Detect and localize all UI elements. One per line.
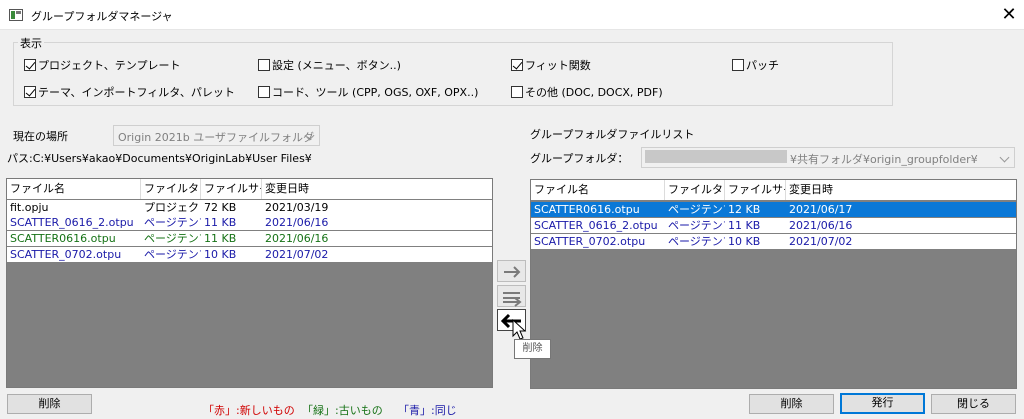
checkbox-theme-import-palette[interactable]: テーマ、インポートフィルタ、パレット bbox=[24, 84, 235, 100]
legend-green: 「緑」:古いもの bbox=[302, 404, 383, 417]
mouse-cursor-icon bbox=[512, 319, 527, 340]
close-button[interactable]: 閉じる bbox=[931, 394, 1016, 414]
table-row[interactable]: SCATTER_0616_2.otpu ページテンプレート 11 KB 2021… bbox=[531, 218, 1016, 233]
list-header: ファイル名 ファイルタイプ ファイルサイズ 変更日時 bbox=[531, 180, 1016, 200]
cell-name: SCATTER_0616_2.otpu bbox=[534, 219, 658, 232]
group-list-title: グループフォルダファイルリスト bbox=[530, 128, 695, 141]
group-folder-value: ¥共有フォルダ¥origin_groupfolder¥ bbox=[790, 153, 978, 166]
path-text: パス:C:¥Users¥akao¥Documents¥OriginLab¥Use… bbox=[7, 152, 312, 165]
legend-red: 「赤」:新しいもの bbox=[203, 404, 295, 417]
arrow-right-icon bbox=[504, 266, 521, 278]
column-header-type[interactable]: ファイルタイプ bbox=[665, 180, 725, 200]
legend-blue: 「青」:同じ bbox=[398, 404, 457, 417]
chevron-down-icon bbox=[999, 152, 1011, 164]
cell-date: 2021/06/16 bbox=[789, 219, 853, 232]
table-row[interactable]: fit.opju プロジェクト 72 KB 2021/03/19 bbox=[7, 200, 492, 215]
close-icon[interactable]: ✕ bbox=[994, 0, 1024, 30]
table-row-selected[interactable]: SCATTER0616.otpu ページテンプレート 12 KB 2021/06… bbox=[531, 202, 1016, 217]
column-header-date[interactable]: 変更日時 bbox=[786, 180, 1016, 200]
column-header-type[interactable]: ファイルタイプ bbox=[141, 179, 201, 199]
cell-name: SCATTER_0702.otpu bbox=[534, 235, 646, 248]
checkbox-label: 設定 (メニュー、ボタン..) bbox=[272, 59, 401, 72]
checkbox-label: プロジェクト、テンプレート bbox=[38, 59, 181, 72]
cell-name: fit.opju bbox=[10, 201, 49, 214]
cell-date: 2021/03/19 bbox=[265, 201, 329, 214]
checkbox-box[interactable] bbox=[511, 59, 523, 71]
delete-local-button[interactable]: 削除 bbox=[7, 394, 92, 414]
cell-name: SCATTER_0702.otpu bbox=[10, 248, 122, 261]
local-file-list[interactable]: ファイル名 ファイルタイプ ファイルサイズ 変更日時 fit.opju プロジェ… bbox=[6, 178, 493, 388]
column-header-date[interactable]: 変更日時 bbox=[262, 179, 492, 199]
copy-to-group-button[interactable] bbox=[497, 260, 526, 282]
publish-button[interactable]: 発行 bbox=[840, 393, 925, 414]
checkbox-label: テーマ、インポートフィルタ、パレット bbox=[38, 86, 235, 99]
cell-date: 2021/06/16 bbox=[265, 232, 329, 245]
checkbox-box[interactable] bbox=[511, 86, 523, 98]
table-row[interactable]: SCATTER0616.otpu ページテンプレート 11 KB 2021/06… bbox=[7, 231, 492, 246]
cell-name: SCATTER0616.otpu bbox=[534, 203, 640, 216]
cell-date: 2021/07/02 bbox=[789, 235, 853, 248]
cell-date: 2021/06/16 bbox=[265, 216, 329, 229]
checkbox-box[interactable] bbox=[258, 59, 270, 71]
location-label: 現在の場所 bbox=[13, 130, 68, 143]
checkbox-fit-function[interactable]: フィット関数 bbox=[511, 57, 591, 73]
cell-size: 11 KB bbox=[204, 232, 237, 245]
column-header-size[interactable]: ファイルサイズ bbox=[201, 179, 262, 199]
group-file-list[interactable]: ファイル名 ファイルタイプ ファイルサイズ 変更日時 SCATTER0616.o… bbox=[530, 179, 1017, 389]
cell-date: 2021/07/02 bbox=[265, 248, 329, 261]
checkbox-label: パッチ bbox=[746, 59, 779, 72]
table-row[interactable]: SCATTER_0702.otpu ページテンプレート 10 KB 2021/0… bbox=[531, 234, 1016, 249]
title-bar: グループフォルダマネージャ ✕ bbox=[0, 0, 1024, 30]
cell-type: ページテンプレート bbox=[668, 203, 725, 216]
redacted-path bbox=[645, 150, 787, 163]
checkbox-patch[interactable]: パッチ bbox=[732, 57, 779, 73]
cell-type: プロジェクト bbox=[144, 201, 201, 214]
cell-name: SCATTER0616.otpu bbox=[10, 232, 116, 245]
list-header: ファイル名 ファイルタイプ ファイルサイズ 変更日時 bbox=[7, 179, 492, 199]
cell-type: ページテンプレート bbox=[144, 232, 201, 245]
column-header-name[interactable]: ファイル名 bbox=[531, 180, 665, 200]
column-header-name[interactable]: ファイル名 bbox=[7, 179, 141, 199]
arrow-right-all-icon bbox=[503, 292, 522, 307]
table-row[interactable]: SCATTER_0616_2.otpu ページテンプレート 11 KB 2021… bbox=[7, 215, 492, 230]
checkbox-box[interactable] bbox=[24, 86, 36, 98]
checkbox-project-template[interactable]: プロジェクト、テンプレート bbox=[24, 57, 180, 73]
checkbox-code-tools[interactable]: コード、ツール (CPP, OGS, OXF, OPX..) bbox=[258, 84, 478, 100]
location-dropdown: Origin 2021b ユーザファイルフォルダ bbox=[113, 125, 320, 146]
group-folder-label: グループフォルダ： bbox=[530, 152, 629, 165]
table-row[interactable]: SCATTER_0702.otpu ページテンプレート 10 KB 2021/0… bbox=[7, 247, 492, 262]
cell-size: 11 KB bbox=[204, 216, 237, 229]
checkbox-box[interactable] bbox=[24, 59, 36, 71]
display-group-legend: 表示 bbox=[18, 35, 44, 51]
location-value: Origin 2021b ユーザファイルフォルダ bbox=[118, 131, 314, 144]
checkbox-box[interactable] bbox=[732, 59, 744, 71]
cell-size: 10 KB bbox=[728, 235, 761, 248]
cell-size: 72 KB bbox=[204, 201, 237, 214]
cell-size: 11 KB bbox=[728, 219, 761, 232]
app-icon bbox=[9, 9, 23, 21]
window-title: グループフォルダマネージャ bbox=[31, 10, 173, 23]
cell-type: ページテンプレート bbox=[144, 248, 201, 261]
chevron-down-icon bbox=[304, 130, 316, 142]
copy-all-to-group-button[interactable] bbox=[497, 285, 526, 307]
cell-size: 12 KB bbox=[728, 203, 761, 216]
cell-type: ページテンプレート bbox=[668, 219, 725, 232]
checkbox-label: フィット関数 bbox=[525, 59, 591, 72]
checkbox-other-docs[interactable]: その他 (DOC, DOCX, PDF) bbox=[511, 84, 663, 100]
tooltip: 削除 bbox=[514, 339, 551, 359]
cell-size: 10 KB bbox=[204, 248, 237, 261]
checkbox-label: コード、ツール (CPP, OGS, OXF, OPX..) bbox=[272, 86, 479, 99]
cell-date: 2021/06/17 bbox=[789, 203, 853, 216]
checkbox-label: その他 (DOC, DOCX, PDF) bbox=[525, 86, 663, 99]
delete-button[interactable]: 削除 bbox=[749, 394, 834, 414]
cell-type: ページテンプレート bbox=[668, 235, 725, 248]
cell-type: ページテンプレート bbox=[144, 216, 201, 229]
column-header-size[interactable]: ファイルサイズ bbox=[725, 180, 786, 200]
checkbox-settings[interactable]: 設定 (メニュー、ボタン..) bbox=[258, 57, 401, 73]
checkbox-box[interactable] bbox=[258, 86, 270, 98]
cell-name: SCATTER_0616_2.otpu bbox=[10, 216, 134, 229]
